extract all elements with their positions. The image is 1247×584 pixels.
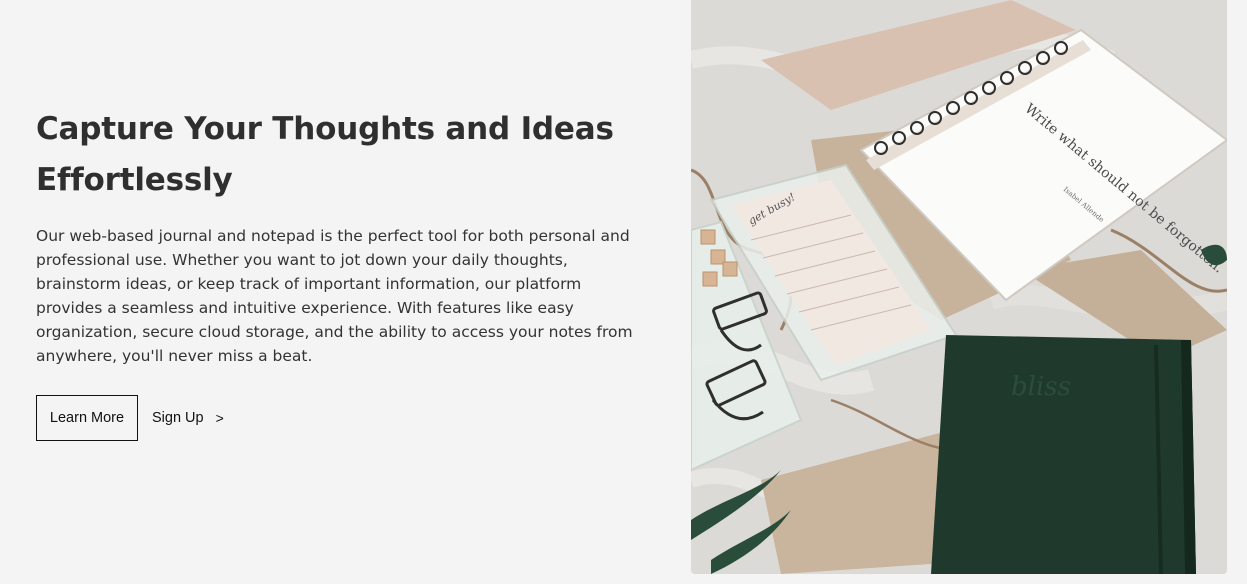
hero-description: Our web-based journal and notepad is the… bbox=[36, 227, 633, 365]
sign-up-button[interactable]: Sign Up > bbox=[152, 410, 224, 426]
hero-section: Capture Your Thoughts and Ideas Effortle… bbox=[0, 0, 1247, 584]
green-notebook: bliss bbox=[931, 335, 1196, 574]
hero-title: Capture Your Thoughts and Ideas Effortle… bbox=[36, 111, 614, 198]
cover-lettering: bliss bbox=[1011, 372, 1071, 402]
learn-more-label: Learn More bbox=[49, 410, 125, 426]
sign-up-label: Sign Up bbox=[152, 410, 204, 426]
hero-text-column: Capture Your Thoughts and Ideas Effortle… bbox=[36, 104, 636, 368]
hero-actions: Learn More Sign Up > bbox=[36, 395, 224, 441]
journal-photo-illustration: Write what should not be forgotten. Isab… bbox=[691, 0, 1227, 574]
hero-image: Write what should not be forgotten. Isab… bbox=[691, 0, 1227, 574]
chevron-right-icon: > bbox=[215, 410, 224, 426]
learn-more-button[interactable]: Learn More bbox=[36, 395, 138, 441]
